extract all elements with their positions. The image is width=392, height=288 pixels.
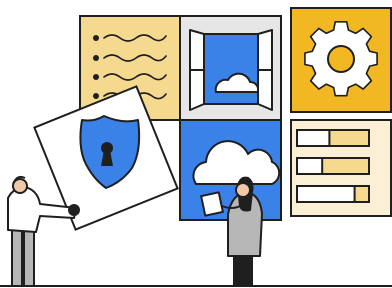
progress-tile	[290, 119, 392, 217]
illustration	[0, 7, 392, 287]
progress-bar-fill	[321, 157, 371, 175]
open-window-icon	[189, 29, 273, 111]
progress-bars-icon	[296, 129, 371, 203]
window-tile	[179, 15, 282, 121]
gear-icon	[304, 21, 378, 97]
settings-tile	[290, 7, 392, 113]
progress-bar-fill	[328, 129, 370, 147]
progress-bar-fill	[353, 185, 371, 203]
